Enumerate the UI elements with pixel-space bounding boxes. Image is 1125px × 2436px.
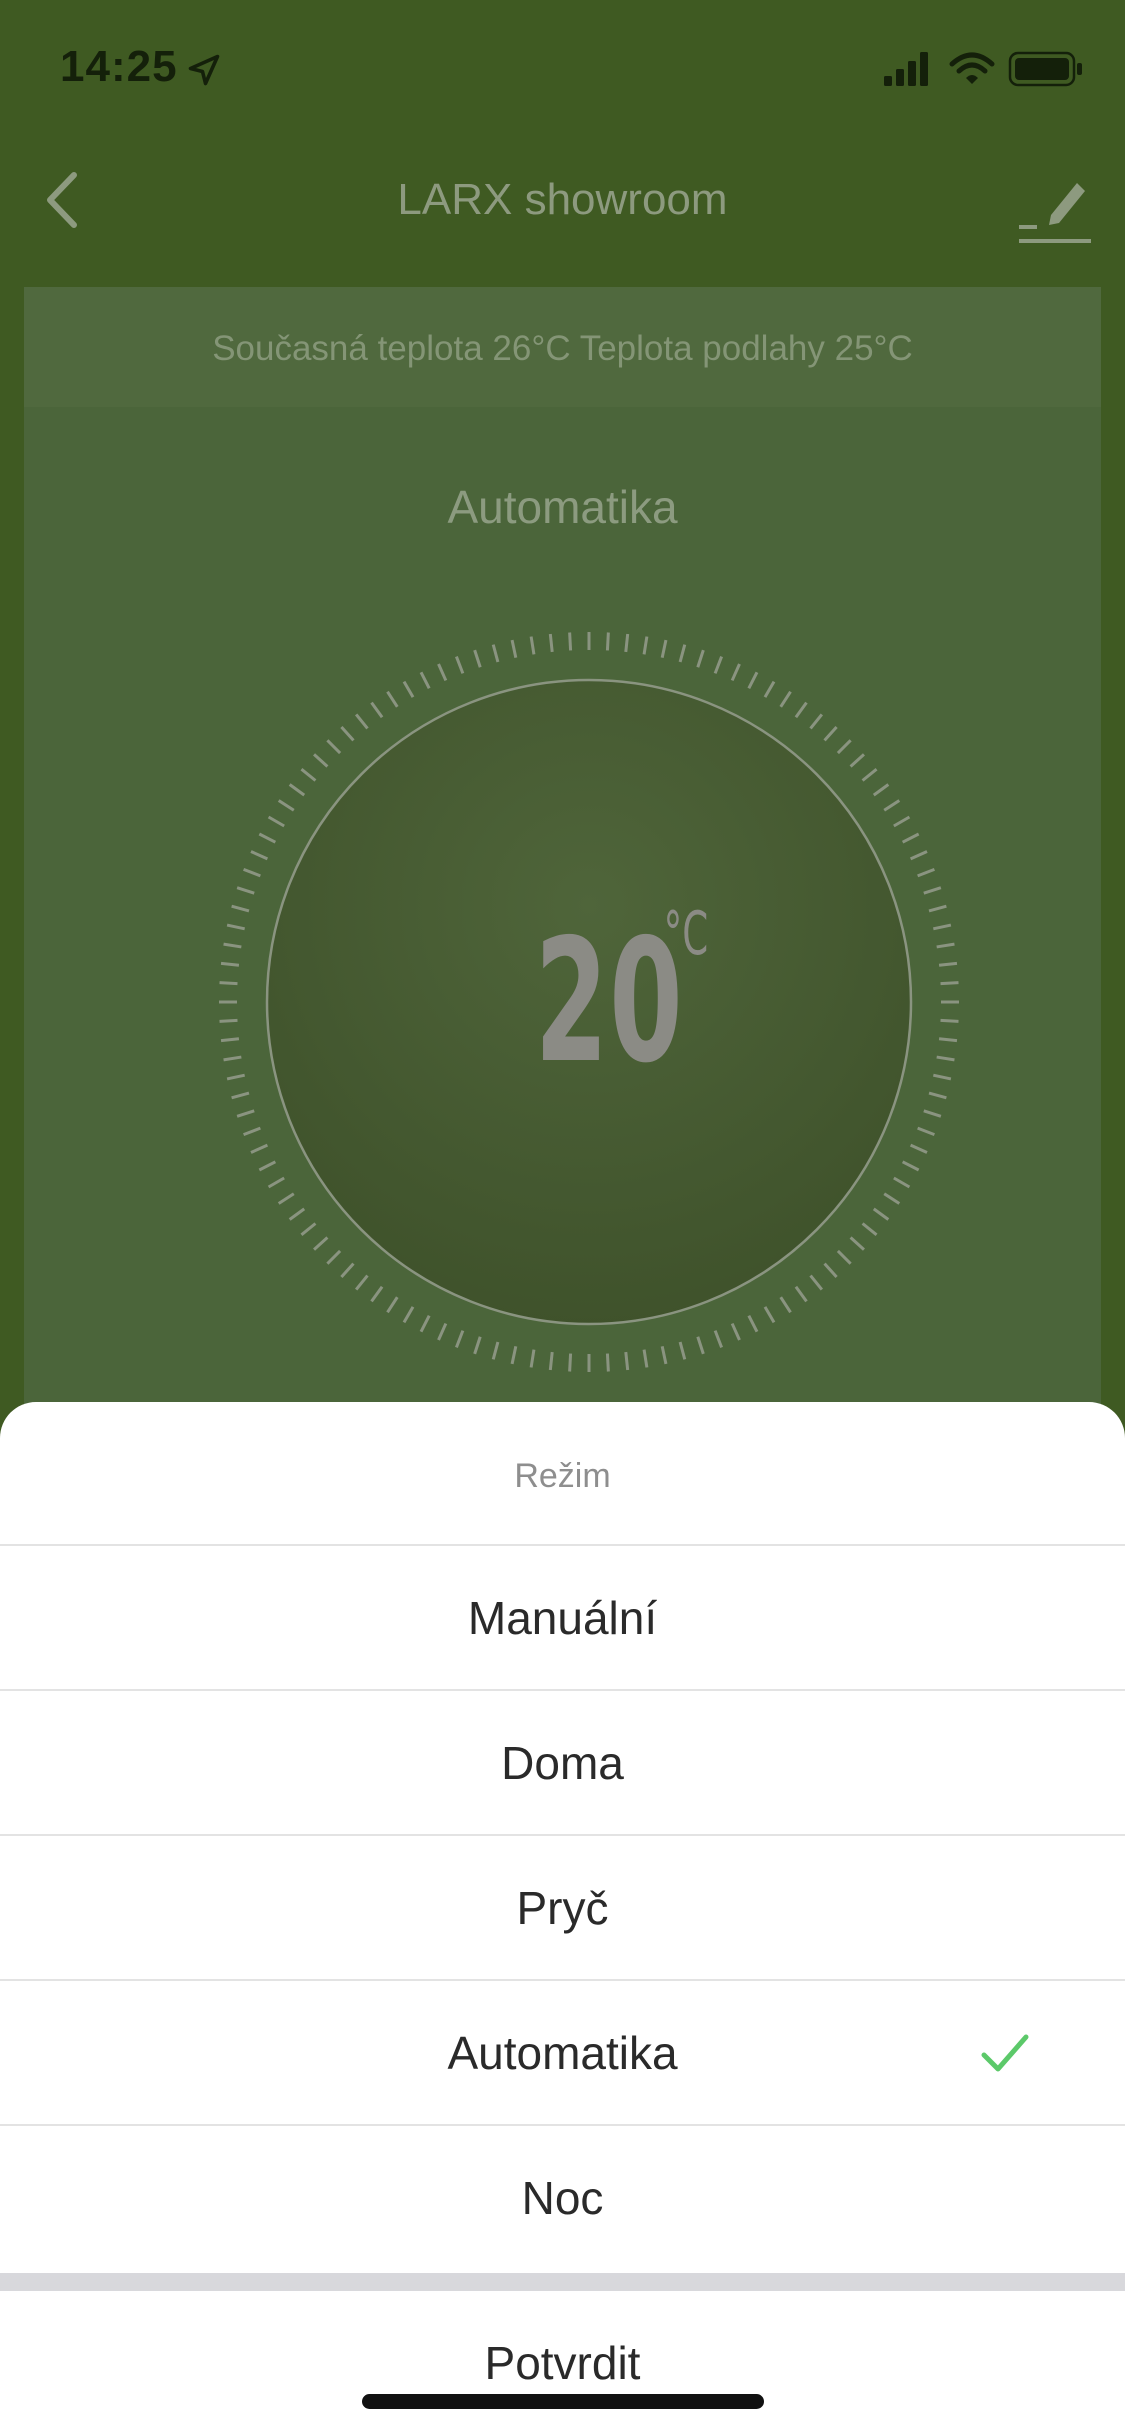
status-time: 14:25 <box>60 42 178 91</box>
status-bar: 14:25 <box>0 0 1125 135</box>
temperature-dial[interactable]: 20 °C <box>214 627 964 1377</box>
battery-icon <box>1008 51 1082 87</box>
mode-picker-sheet: Režim Manuální Doma Pryč Automatika Noc … <box>0 1402 1125 2436</box>
mode-option-away[interactable]: Pryč <box>0 1836 1125 1981</box>
current-mode-label: Automatika <box>447 481 678 533</box>
temperature-unit: °C <box>663 899 709 969</box>
mode-option-night[interactable]: Noc <box>0 2126 1125 2271</box>
mode-option-label: Noc <box>521 2172 604 2224</box>
mode-option-manual[interactable]: Manuální <box>0 1546 1125 1691</box>
mode-option-home[interactable]: Doma <box>0 1691 1125 1836</box>
cellular-signal-icon <box>884 52 928 86</box>
page-title: LARX showroom <box>397 175 728 224</box>
sheet-title: Režim <box>0 1402 1125 1546</box>
sheet-separator <box>0 2273 1125 2291</box>
current-temperature-text: Současná teplota 26°C Teplota podlahy 25… <box>24 287 1101 407</box>
wifi-icon <box>949 52 995 84</box>
set-temperature-value: 20 <box>534 903 684 1101</box>
thermostat-card: Současná teplota 26°C Teplota podlahy 25… <box>24 287 1101 1487</box>
pencil-icon[interactable] <box>1015 165 1095 245</box>
mode-option-label: Manuální <box>467 1592 658 1644</box>
confirm-button[interactable]: Potvrdit <box>0 2291 1125 2436</box>
home-indicator[interactable] <box>362 2394 764 2409</box>
mode-option-label: Doma <box>501 1737 624 1789</box>
mode-option-label: Pryč <box>516 1882 609 1934</box>
mode-options-list: Manuální Doma Pryč Automatika Noc <box>0 1546 1125 2271</box>
dial-value: 20 <box>214 627 964 1377</box>
location-arrow-icon <box>188 54 220 86</box>
mode-option-automatic[interactable]: Automatika <box>0 1981 1125 2126</box>
checkmark-icon <box>981 2034 1029 2072</box>
navigation-bar: LARX showroom <box>0 135 1125 265</box>
mode-option-label: Automatika <box>447 2027 678 2079</box>
